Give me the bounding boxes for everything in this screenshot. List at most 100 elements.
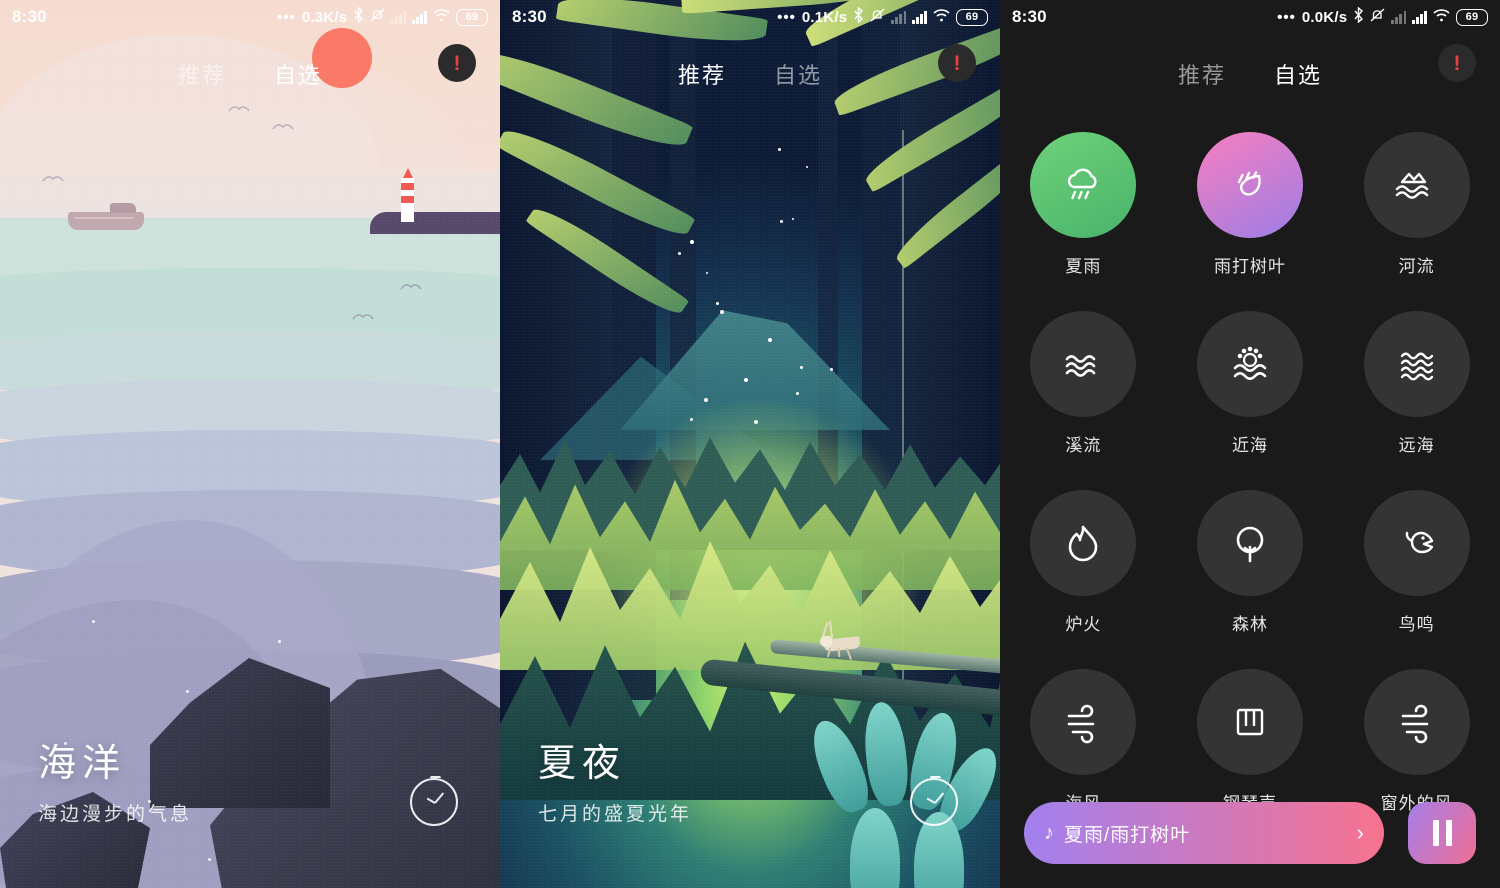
rain-cloud-icon [1030, 132, 1137, 238]
tree-icon [1196, 490, 1303, 596]
mute-icon [370, 7, 385, 28]
tab-recommend[interactable]: 推荐 [1178, 58, 1226, 90]
sound-label: 炉火 [1065, 615, 1102, 634]
river-icon [1363, 132, 1470, 238]
signal-icon [1391, 10, 1407, 24]
sound-label: 鸟鸣 [1398, 615, 1435, 634]
tab-custom[interactable]: 自选 [1274, 58, 1322, 90]
scene-caption: 夏夜 七月的盛夏光年 [538, 732, 692, 826]
tab-bar: 推荐 自选 [0, 46, 500, 102]
battery-level: 69 [965, 11, 979, 23]
status-bar: 8:30 ••• 0.3K/s 69 [0, 0, 500, 34]
status-time: 8:30 [1012, 7, 1047, 26]
chevron-right-icon: › [1356, 820, 1364, 845]
battery-level: 69 [1465, 11, 1479, 23]
succulent-graphic [803, 700, 1000, 888]
tab-bar: 推荐 自选 [1000, 46, 1500, 102]
stream-icon [1030, 311, 1137, 417]
fire-icon [1030, 490, 1137, 596]
mute-icon [1370, 7, 1385, 28]
bird-icon [1363, 490, 1470, 596]
tab-custom[interactable]: 自选 [274, 58, 322, 90]
timer-icon[interactable] [410, 776, 458, 826]
lighthouse-graphic [401, 178, 414, 222]
sound-item-river[interactable]: 河流 [1333, 132, 1500, 277]
exclamation-icon: ! [953, 51, 961, 75]
sound-label: 森林 [1231, 615, 1268, 634]
sound-item-summer-rain[interactable]: 夏雨 [1000, 132, 1167, 277]
sound-item-forest[interactable]: 森林 [1167, 490, 1334, 635]
sound-label: 夏雨 [1065, 257, 1102, 276]
scene-title: 海洋 [38, 743, 127, 785]
timer-icon[interactable] [910, 776, 958, 826]
signal-icon [412, 10, 427, 24]
sound-label: 近海 [1231, 436, 1268, 455]
wind-icon [1030, 669, 1137, 775]
rain-leaf-icon [1196, 132, 1303, 238]
bird-icon [272, 118, 294, 130]
status-time: 8:30 [512, 7, 547, 26]
sound-label: 溪流 [1065, 436, 1102, 455]
wind-icon [1363, 669, 1470, 775]
wifi-icon [433, 7, 450, 27]
sound-label: 雨打树叶 [1213, 257, 1286, 276]
status-dots: ••• [1277, 8, 1296, 26]
pause-button[interactable] [1408, 802, 1476, 864]
ship-graphic [68, 203, 144, 230]
wifi-icon [933, 7, 950, 27]
sound-item-piano[interactable]: 钢琴声 [1167, 669, 1334, 814]
wifi-icon [1433, 7, 1450, 27]
now-playing-title: 夏雨/雨打树叶 [1064, 824, 1191, 846]
exclamation-icon: ! [1453, 51, 1461, 75]
sound-label: 河流 [1398, 257, 1435, 276]
alert-badge-button[interactable]: ! [1438, 44, 1476, 82]
three-panel-screenshot: 8:30 ••• 0.3K/s 69 推荐 自选 ! 海洋 海边漫步的气息 8:… [0, 0, 1500, 888]
tab-custom[interactable]: 自选 [774, 58, 822, 90]
signal-icon [891, 10, 907, 24]
scene-title: 夏夜 [538, 743, 627, 785]
sound-item-sea-breeze[interactable]: 海风 [1000, 669, 1167, 814]
tab-bar: 推荐 自选 [500, 46, 1000, 102]
bird-icon [42, 170, 64, 182]
sound-item-coastal-sea[interactable]: 近海 [1167, 311, 1334, 456]
network-speed: 0.1K/s [801, 8, 848, 26]
sound-grid: 夏雨 雨打树叶 河流 溪流 近海 远海 炉火 森林 鸟鸣 [1000, 132, 1500, 814]
mute-icon [870, 7, 885, 28]
bluetooth-icon [853, 5, 864, 28]
status-bar: 8:30 ••• 0.1K/s 69 [500, 0, 1000, 34]
sound-item-stream[interactable]: 溪流 [1000, 311, 1167, 456]
exclamation-icon: ! [453, 51, 461, 75]
bird-icon [398, 278, 424, 290]
battery-icon: 69 [1456, 8, 1488, 26]
cricket-graphic [818, 620, 864, 660]
sound-item-rain-on-leaves[interactable]: 雨打树叶 [1167, 132, 1334, 277]
battery-level: 69 [465, 11, 479, 23]
now-playing-bar[interactable]: ♪ 夏雨/雨打树叶 › [1024, 802, 1384, 864]
bluetooth-icon [353, 5, 364, 28]
signal-icon [1412, 10, 1427, 24]
open-sea-icon [1363, 311, 1470, 417]
sound-item-fireplace[interactable]: 炉火 [1000, 490, 1167, 635]
network-speed: 0.0K/s [1301, 8, 1348, 26]
panel-sound-picker: 8:30 ••• 0.0K/s 69 推荐 自选 ! 夏雨 雨打树叶 河流 溪流… [1000, 0, 1500, 888]
status-dots: ••• [277, 8, 296, 26]
sound-item-birdsong[interactable]: 鸟鸣 [1333, 490, 1500, 635]
piano-icon [1196, 669, 1303, 775]
scene-subtitle: 七月的盛夏光年 [538, 804, 693, 825]
sound-item-wind-outside-window[interactable]: 窗外的风 [1333, 669, 1500, 814]
bird-icon [348, 308, 378, 320]
status-bar: 8:30 ••• 0.0K/s 69 [1000, 0, 1500, 34]
signal-icon [391, 10, 407, 24]
panel-ocean: 8:30 ••• 0.3K/s 69 推荐 自选 ! 海洋 海边漫步的气息 [0, 0, 500, 888]
panel-summer-night: 8:30 ••• 0.1K/s 69 推荐 自选 ! 夏夜 七月的盛夏光年 [500, 0, 1000, 888]
bluetooth-icon [1353, 5, 1364, 28]
scene-caption: 海洋 海边漫步的气息 [38, 732, 192, 826]
alert-badge-button[interactable]: ! [438, 44, 476, 82]
sound-item-open-sea[interactable]: 远海 [1333, 311, 1500, 456]
scene-subtitle: 海边漫步的气息 [38, 804, 193, 825]
signal-icon [912, 10, 927, 24]
tab-recommend[interactable]: 推荐 [678, 58, 726, 90]
battery-icon: 69 [956, 8, 988, 26]
tab-recommend[interactable]: 推荐 [178, 58, 226, 90]
alert-badge-button[interactable]: ! [938, 44, 976, 82]
